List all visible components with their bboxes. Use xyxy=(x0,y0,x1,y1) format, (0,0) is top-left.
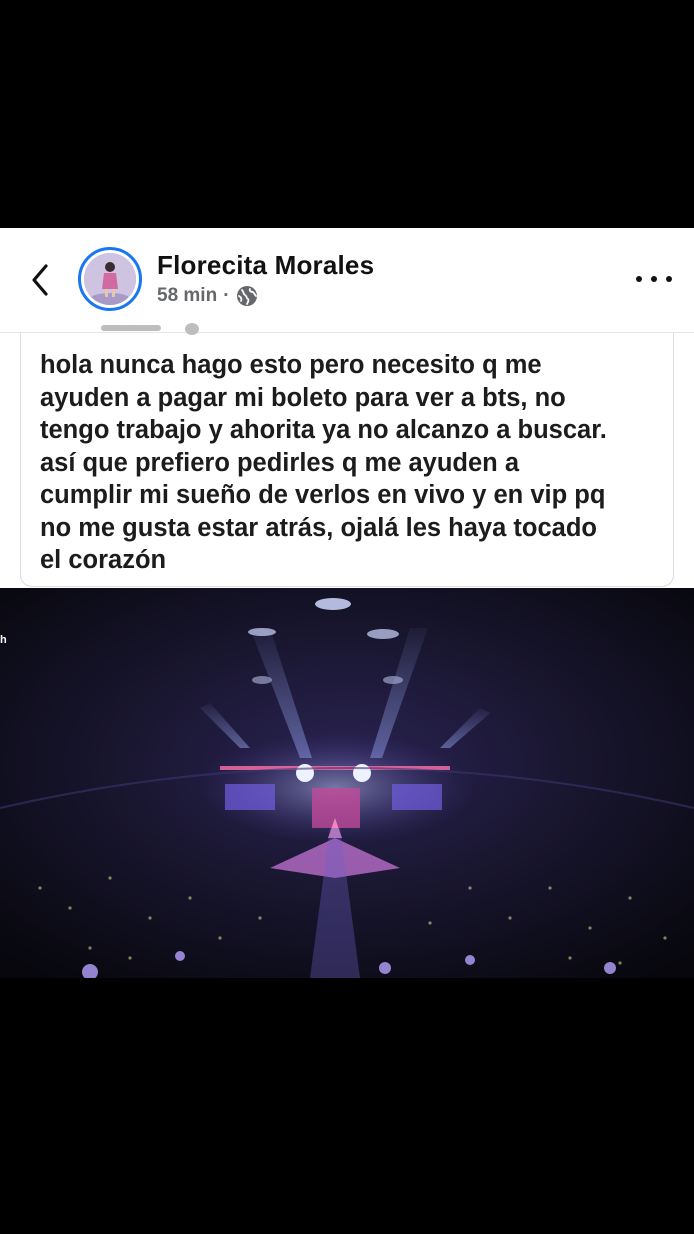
post-header: Florecita Morales 58 min · xyxy=(0,228,694,333)
chevron-left-icon xyxy=(32,264,48,296)
more-horizontal-icon xyxy=(636,276,642,282)
post-timestamp[interactable]: 58 min xyxy=(157,285,217,307)
top-black-bar xyxy=(0,0,694,228)
more-options-button[interactable] xyxy=(636,264,672,294)
post-meta: 58 min · xyxy=(157,285,258,307)
concert-video[interactable]: h xyxy=(0,588,694,978)
back-button[interactable] xyxy=(22,258,58,302)
concert-stage-image xyxy=(0,588,694,978)
clipped-meta-line xyxy=(101,323,211,339)
quoted-post-card: hola nunca hago esto pero necesito q me … xyxy=(20,323,674,587)
globe-icon xyxy=(236,286,257,306)
bottom-black-bar xyxy=(0,978,694,1234)
post-text: hola nunca hago esto pero necesito q me … xyxy=(40,351,607,574)
author-name[interactable]: Florecita Morales xyxy=(157,250,374,281)
avatar[interactable] xyxy=(78,247,142,311)
edge-glyph: h xyxy=(0,634,7,646)
meta-separator: · xyxy=(223,285,230,306)
avatar-image xyxy=(84,253,136,305)
